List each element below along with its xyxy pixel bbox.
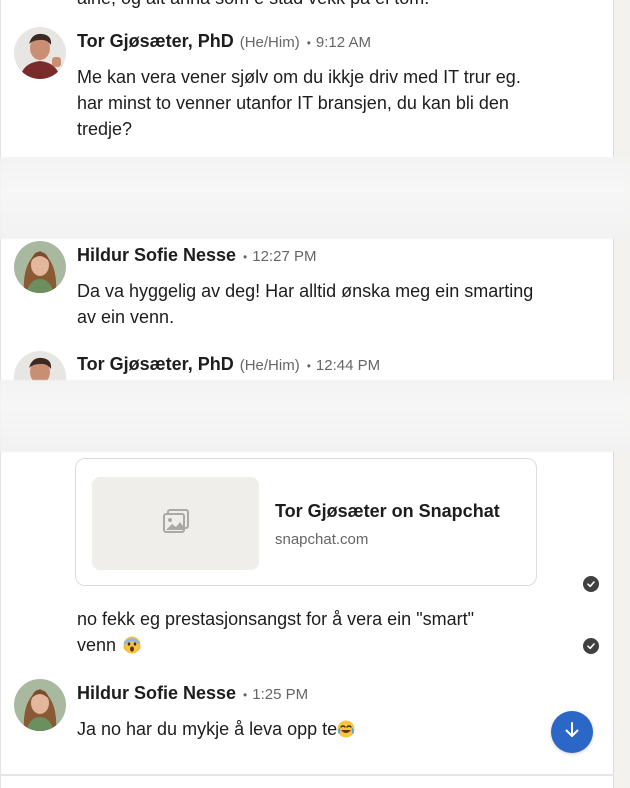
- sender-name[interactable]: Tor Gjøsæter, PhD: [77, 31, 234, 52]
- message-header: Tor Gjøsæter, PhD (He/Him) • 12:44 PM: [77, 354, 380, 375]
- message-text-content: Ja no har du mykje å leva opp te: [77, 719, 338, 739]
- avatar-hildur[interactable]: [14, 679, 66, 731]
- message-header: Hildur Sofie Nesse • 1:25 PM: [77, 683, 308, 704]
- sender-name[interactable]: Hildur Sofie Nesse: [77, 245, 236, 266]
- separator-dot: •: [306, 359, 311, 373]
- check-circle-icon: [583, 638, 599, 654]
- message-timestamp: 12:27 PM: [252, 248, 317, 265]
- sender-name[interactable]: Hildur Sofie Nesse: [77, 683, 236, 704]
- screaming-face-emoji: [123, 635, 141, 661]
- blurred-region: [0, 157, 630, 239]
- sender-pronouns: (He/Him): [239, 357, 300, 374]
- message-text: Ja no har du mykje å leva opp te: [77, 716, 547, 745]
- link-url: snapchat.com: [275, 531, 369, 548]
- sender-pronouns: (He/Him): [239, 34, 300, 51]
- avatar-tor[interactable]: [14, 27, 66, 79]
- message-header: Tor Gjøsæter, PhD (He/Him) • 9:12 AM: [77, 31, 371, 52]
- sender-name[interactable]: Tor Gjøsæter, PhD: [77, 354, 234, 375]
- message-text: no fekk eg prestasjonsangst for å vera e…: [77, 606, 517, 661]
- message-text: Me kan vera vener sjølv om du ikkje driv…: [77, 67, 521, 139]
- message-text: Da va hyggelig av deg! Har alltid ønska …: [77, 281, 534, 327]
- message-header: Hildur Sofie Nesse • 12:27 PM: [77, 245, 316, 266]
- scroll-to-latest-button[interactable]: [551, 711, 593, 753]
- check-circle-icon: [583, 576, 599, 592]
- message-timestamp: 12:44 PM: [315, 357, 381, 374]
- tears-of-joy-emoji: [337, 719, 355, 745]
- avatar-hildur[interactable]: [14, 241, 66, 293]
- separator-dot: •: [243, 250, 248, 264]
- separator-dot: •: [243, 688, 248, 702]
- link-preview-card[interactable]: Tor Gjøsæter on Snapchat snapchat.com: [75, 458, 537, 586]
- link-thumbnail: [92, 477, 259, 570]
- arrow-down-icon: [563, 721, 581, 744]
- message-timestamp: 9:12 AM: [315, 34, 371, 51]
- composer-divider: [0, 774, 614, 776]
- image-placeholder-icon: [162, 508, 190, 539]
- blurred-region: [0, 380, 630, 452]
- link-title: Tor Gjøsæter on Snapchat: [275, 501, 500, 521]
- message-timestamp: 1:25 PM: [252, 686, 309, 703]
- previous-message-fragment: aine, og alt anna som e stad vekk på ei …: [77, 0, 429, 9]
- separator-dot: •: [306, 36, 311, 50]
